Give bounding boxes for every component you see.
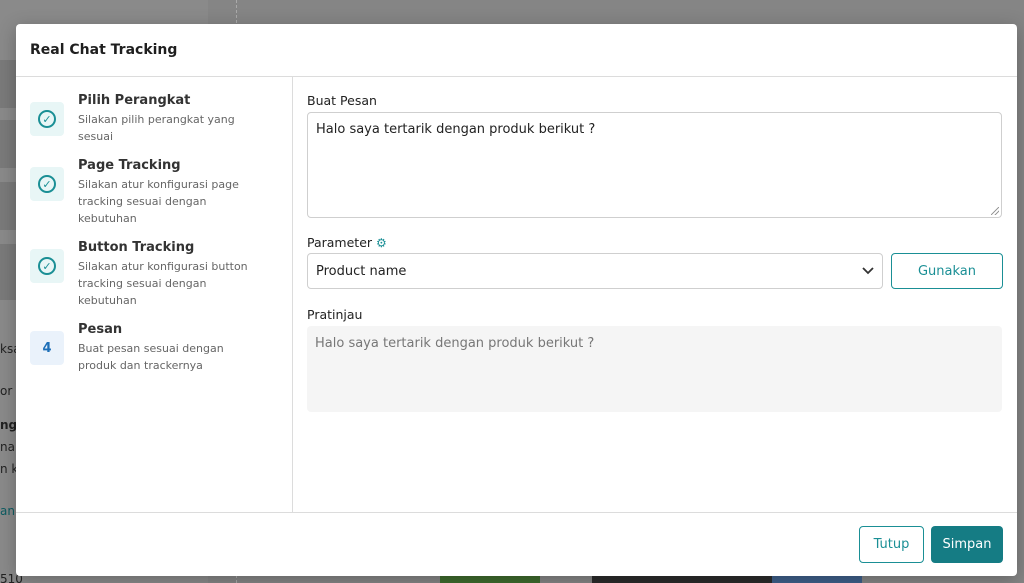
- step-description: Silakan pilih perangkat yang sesuai: [78, 113, 235, 143]
- message-text: Halo saya tertarik dengan produk berikut…: [316, 122, 596, 137]
- close-button[interactable]: Tutup: [859, 526, 924, 563]
- step-button-tracking[interactable]: ✓ Button Tracking Silakan atur konfigura…: [30, 240, 280, 309]
- parameter-select-row: Product name Gunakan: [307, 253, 1003, 289]
- step-title: Button Tracking: [78, 240, 195, 255]
- message-label: Buat Pesan: [307, 93, 377, 108]
- step-page-tracking[interactable]: ✓ Page Tracking Silakan atur konfigurasi…: [30, 158, 280, 227]
- modal-body: ✓ Pilih Perangkat Silakan pilih perangka…: [16, 77, 1017, 512]
- preview-text: Halo saya tertarik dengan produk berikut…: [315, 336, 595, 351]
- check-circle-icon: ✓: [38, 257, 56, 275]
- parameter-select[interactable]: Product name: [307, 253, 883, 289]
- use-parameter-button[interactable]: Gunakan: [891, 253, 1003, 289]
- modal-footer: Tutup Simpan: [16, 512, 1017, 576]
- save-button[interactable]: Simpan: [931, 526, 1003, 563]
- message-textarea[interactable]: Halo saya tertarik dengan produk berikut…: [307, 112, 1002, 218]
- step-title: Pesan: [78, 322, 123, 337]
- step-description: Silakan atur konfigurasi page tracking s…: [78, 178, 239, 225]
- step-description: Buat pesan sesuai dengan produk dan trac…: [78, 342, 224, 372]
- modal-title: Real Chat Tracking: [30, 42, 178, 58]
- preview-label: Pratinjau: [307, 307, 363, 322]
- parameter-row: Parameter ⚙: [307, 235, 1003, 250]
- check-circle-icon: ✓: [38, 175, 56, 193]
- check-circle-icon: ✓: [38, 110, 56, 128]
- step-badge: ✓: [30, 102, 64, 136]
- step-pesan[interactable]: 4 Pesan Buat pesan sesuai dengan produk …: [30, 322, 280, 374]
- background-text: or: [0, 384, 13, 398]
- preview-box: Halo saya tertarik dengan produk berikut…: [307, 326, 1002, 412]
- chevron-down-icon: [862, 264, 874, 278]
- parameter-selected-value: Product name: [316, 263, 407, 279]
- gear-icon[interactable]: ⚙: [376, 236, 387, 250]
- step-title: Page Tracking: [78, 158, 181, 173]
- stepper: ✓ Pilih Perangkat Silakan pilih perangka…: [16, 77, 293, 512]
- step-description: Silakan atur konfigurasi button tracking…: [78, 260, 248, 307]
- resize-handle-icon[interactable]: [991, 207, 999, 215]
- step-badge: ✓: [30, 249, 64, 283]
- parameter-label: Parameter: [307, 235, 373, 250]
- step-badge: ✓: [30, 167, 64, 201]
- modal-header: Real Chat Tracking: [16, 24, 1017, 77]
- message-form: Buat Pesan Halo saya tertarik dengan pro…: [293, 77, 1017, 512]
- step-title: Pilih Perangkat: [78, 93, 191, 108]
- real-chat-tracking-modal: Real Chat Tracking ✓ Pilih Perangkat Sil…: [16, 24, 1017, 576]
- step-number-badge: 4: [30, 331, 64, 365]
- step-pilih-perangkat[interactable]: ✓ Pilih Perangkat Silakan pilih perangka…: [30, 93, 280, 145]
